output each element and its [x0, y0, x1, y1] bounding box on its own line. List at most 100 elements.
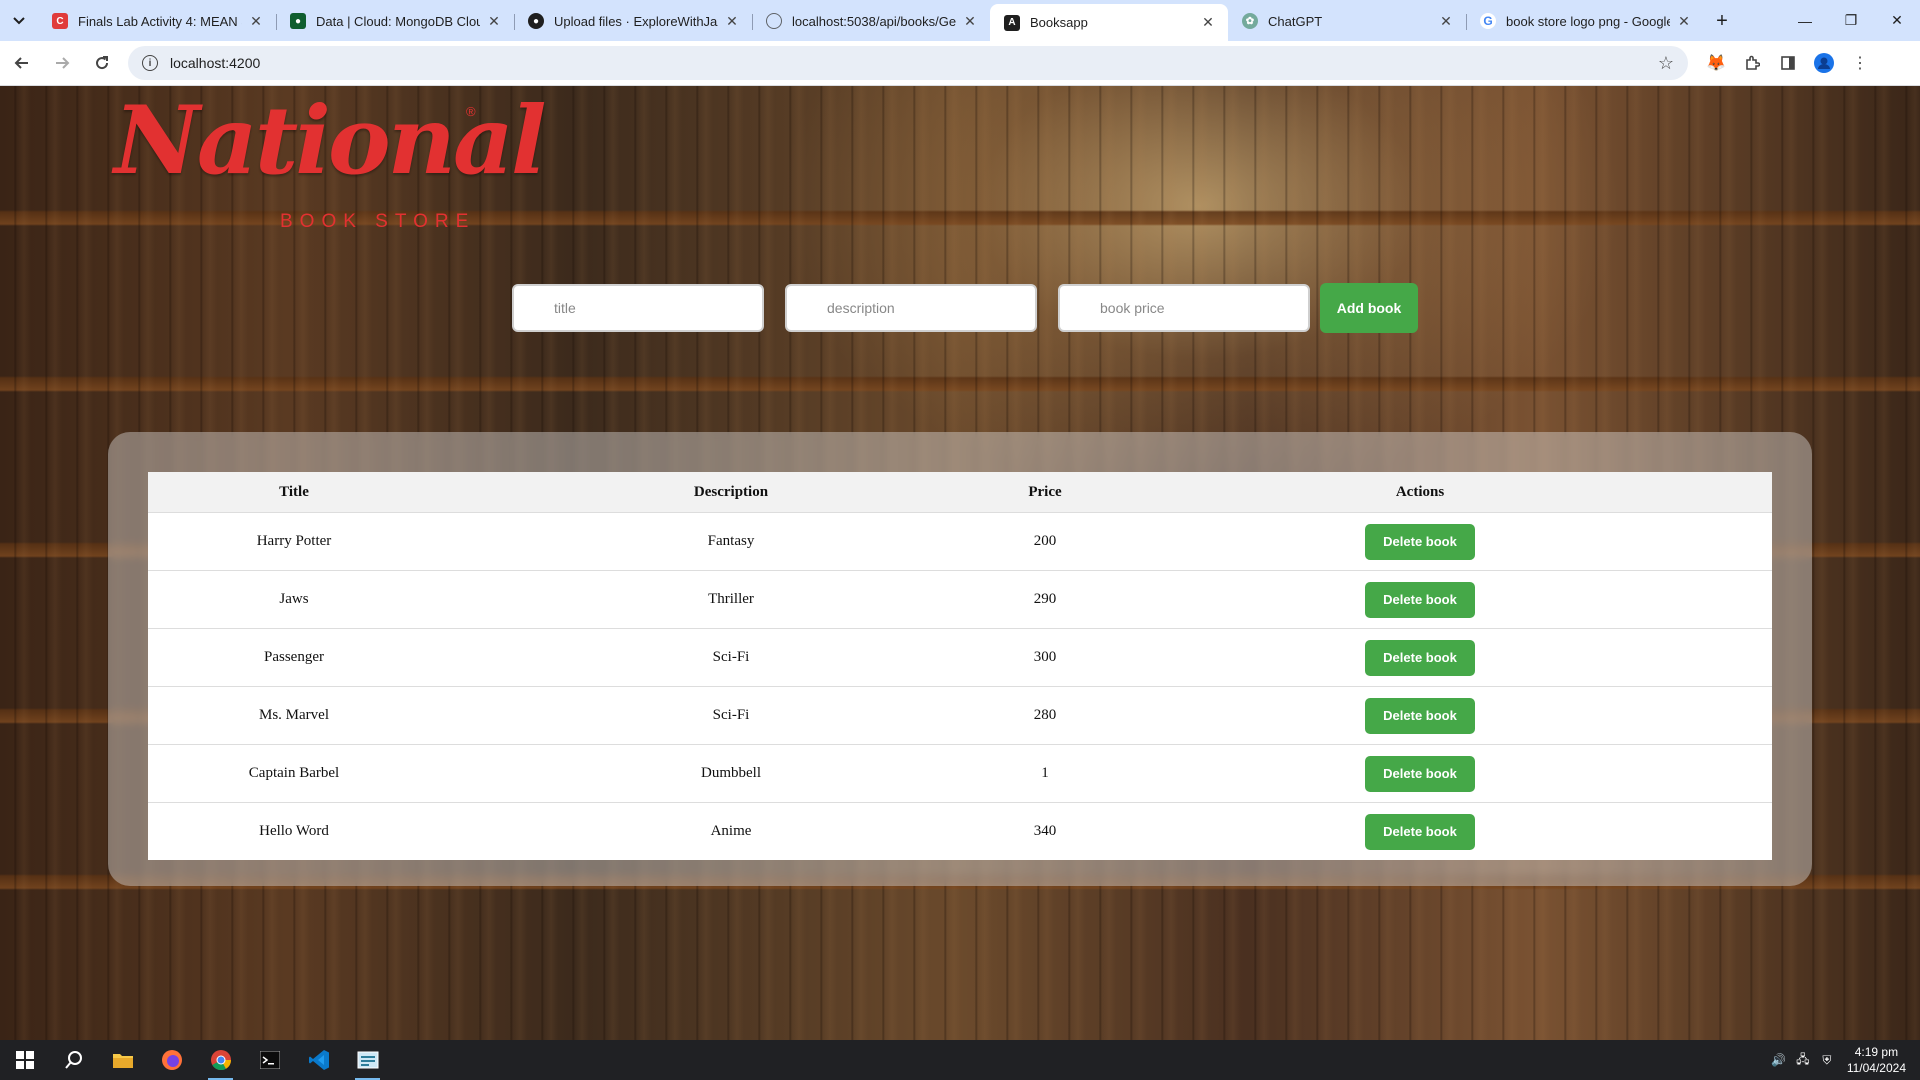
google-icon: G [1480, 13, 1496, 29]
close-icon[interactable]: ✕ [724, 13, 740, 30]
close-icon[interactable]: ✕ [248, 13, 264, 30]
logo-registered-mark: ® [466, 104, 476, 119]
kebab-menu-icon[interactable]: ⋮ [1844, 47, 1876, 79]
browser-toolbar: i localhost:4200 ☆ 🦊 ⋮ [0, 41, 1920, 86]
site-info-icon[interactable]: i [142, 55, 158, 71]
taskbar-terminal[interactable] [245, 1040, 294, 1080]
url-text: localhost:4200 [170, 55, 261, 71]
tab-mongodb[interactable]: ● Data | Cloud: MongoDB Cloud ✕ [276, 4, 514, 38]
window-controls: — ❐ ✕ [1782, 0, 1920, 41]
taskbar-firefox[interactable] [147, 1040, 196, 1080]
tab-booksapp[interactable]: A Booksapp ✕ [990, 4, 1228, 41]
chrome-icon [210, 1050, 231, 1071]
taskbar-chrome[interactable] [196, 1040, 245, 1080]
tab-finals-lab[interactable]: C Finals Lab Activity 4: MEAN Sta ✕ [38, 4, 276, 38]
logo-brand-text: National [114, 86, 547, 196]
book-price: 300 [1022, 628, 1068, 687]
table-row: Jaws Thriller 290 Delete book [148, 570, 1772, 629]
table-row: Hello Word Anime 340 Delete book [148, 803, 1772, 861]
close-icon[interactable]: ✕ [1200, 14, 1216, 31]
address-bar[interactable]: i localhost:4200 ☆ [128, 46, 1688, 80]
table-header-row: Title Description Price Actions [148, 472, 1772, 513]
delete-book-button[interactable]: Delete book [1365, 523, 1475, 560]
taskbar-clock[interactable]: 4:19 pm 11/04/2024 [1847, 1044, 1906, 1076]
book-price: 200 [1022, 512, 1068, 571]
delete-book-button[interactable]: Delete book [1365, 697, 1475, 734]
close-icon[interactable]: ✕ [1438, 13, 1454, 30]
books-table: Title Description Price Actions Harry Po… [148, 472, 1772, 860]
security-shield-icon[interactable]: ⛨ [1815, 1053, 1839, 1068]
bookmark-star-icon[interactable]: ☆ [1658, 53, 1674, 74]
actions-cell: Delete book [1068, 803, 1772, 861]
book-title: Harry Potter [148, 512, 440, 571]
add-book-button[interactable]: Add book [1320, 283, 1418, 333]
vscode-icon [308, 1050, 329, 1070]
books-panel: Title Description Price Actions Harry Po… [108, 432, 1812, 886]
new-tab-button[interactable]: + [1704, 4, 1740, 38]
column-header-title: Title [148, 472, 440, 513]
title-input[interactable] [512, 284, 764, 332]
chatgpt-icon: ✿ [1242, 13, 1258, 29]
column-header-price: Price [1022, 472, 1068, 513]
book-title: Jaws [148, 570, 440, 629]
side-panel-icon[interactable] [1772, 47, 1804, 79]
minimize-icon[interactable]: — [1782, 0, 1828, 41]
book-title: Ms. Marvel [148, 686, 440, 745]
tab-strip: C Finals Lab Activity 4: MEAN Sta ✕ ● Da… [0, 0, 1920, 41]
arrow-left-icon [14, 57, 28, 69]
taskbar-app-window[interactable] [343, 1040, 392, 1080]
logo-subtitle: BOOK STORE [280, 211, 476, 232]
profile-avatar-icon[interactable] [1808, 47, 1840, 79]
taskbar-file-explorer[interactable] [98, 1040, 147, 1080]
delete-book-button[interactable]: Delete book [1365, 755, 1475, 792]
restore-icon[interactable]: ❐ [1828, 0, 1874, 41]
back-button[interactable] [4, 45, 40, 81]
start-button[interactable] [0, 1040, 49, 1080]
terminal-icon [259, 1051, 280, 1069]
windows-logo-icon [15, 1051, 34, 1069]
delete-book-button[interactable]: Delete book [1365, 581, 1475, 618]
taskbar-vscode[interactable] [294, 1040, 343, 1080]
actions-cell: Delete book [1068, 744, 1772, 803]
window-close-icon[interactable]: ✕ [1874, 0, 1920, 41]
actions-cell: Delete book [1068, 570, 1772, 629]
delete-book-button[interactable]: Delete book [1365, 639, 1475, 676]
reload-button[interactable] [84, 45, 120, 81]
globe-icon [766, 13, 782, 29]
tab-title: ChatGPT [1268, 13, 1323, 29]
book-description: Sci-Fi [440, 628, 1022, 687]
description-input[interactable] [785, 284, 1037, 332]
volume-icon[interactable]: 🔊 [1767, 1053, 1791, 1067]
book-price: 280 [1022, 686, 1068, 745]
table-row: Ms. Marvel Sci-Fi 280 Delete book [148, 686, 1772, 745]
book-description: Thriller [440, 570, 1022, 629]
forward-button[interactable] [44, 45, 80, 81]
close-icon[interactable]: ✕ [1676, 13, 1692, 30]
taskbar-search-button[interactable] [49, 1040, 98, 1080]
table-row: Captain Barbel Dumbbell 1 Delete book [148, 744, 1772, 803]
book-price: 1 [1022, 744, 1068, 803]
price-input[interactable] [1058, 284, 1310, 332]
firefox-icon [161, 1050, 182, 1070]
close-icon[interactable]: ✕ [486, 13, 502, 30]
metamask-icon[interactable]: 🦊 [1700, 47, 1732, 79]
tab-chatgpt[interactable]: ✿ ChatGPT ✕ [1228, 4, 1466, 38]
sidebar-icon [1781, 56, 1795, 70]
puzzle-icon [1746, 55, 1760, 70]
book-title: Hello Word [259, 823, 329, 839]
tab-google-search[interactable]: G book store logo png - Google S ✕ [1466, 4, 1704, 38]
system-tray: 🔊 🖧 ⛨ 4:19 pm 11/04/2024 [1767, 1040, 1920, 1080]
canvas-icon: C [52, 13, 68, 29]
delete-book-button[interactable]: Delete book [1365, 813, 1475, 850]
network-icon[interactable]: 🖧 [1791, 1050, 1815, 1071]
extensions-puzzle-icon[interactable] [1736, 47, 1768, 79]
close-icon[interactable]: ✕ [962, 13, 978, 30]
tab-search-button[interactable] [0, 0, 38, 41]
tab-title: book store logo png - Google S [1506, 13, 1670, 29]
toolbar-extensions: 🦊 ⋮ [1700, 47, 1876, 79]
tab-localhost-api[interactable]: localhost:5038/api/books/GetB ✕ [752, 4, 990, 38]
folder-icon [112, 1054, 133, 1068]
actions-cell: Delete book [1068, 686, 1772, 745]
tab-title: Data | Cloud: MongoDB Cloud [316, 13, 480, 29]
tab-github[interactable]: ● Upload files · ExploreWithJaz/2 ✕ [514, 4, 752, 38]
